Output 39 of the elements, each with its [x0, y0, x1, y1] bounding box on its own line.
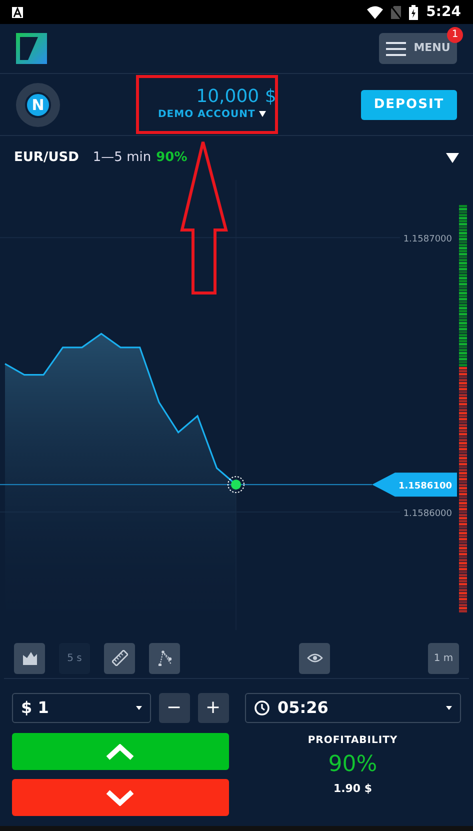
clock-time: 5:24 — [426, 2, 461, 22]
profitability-value: 90% — [328, 751, 378, 779]
payout-amount: 1.90 $ — [333, 781, 372, 797]
no-sim-icon — [391, 6, 402, 18]
chart-tool-button[interactable] — [299, 642, 330, 674]
chart-tool-button[interactable] — [104, 642, 135, 674]
account-type-selector[interactable]: DEMO ACCOUNT — [158, 106, 256, 122]
asset-pair[interactable]: EUR/USD — [14, 148, 79, 168]
expiry-time-field[interactable]: 05:26 — [244, 693, 461, 723]
balance: 10,000 $ — [196, 87, 276, 107]
chart-tool-button[interactable] — [149, 642, 180, 674]
dropdown-icon — [136, 706, 142, 710]
dropdown-icon[interactable] — [446, 153, 459, 163]
dropdown-icon[interactable] — [259, 111, 266, 118]
line-tool-icon — [156, 650, 172, 666]
current-point-marker — [228, 476, 244, 494]
battery-icon — [409, 4, 418, 20]
up-chevron-icon — [106, 744, 134, 760]
dropdown-icon — [446, 706, 452, 710]
price-axis-label: 1.1586000 — [403, 509, 452, 519]
down-chevron-icon — [106, 790, 134, 806]
trade-duration: 1—5 min — [92, 149, 152, 168]
current-price-tag: 1.1586100 — [372, 472, 457, 497]
notification-icon — [12, 6, 23, 18]
area-chart-icon — [22, 650, 38, 666]
menu-icon — [386, 42, 406, 56]
profitability-label: PROFITABILITY — [308, 734, 398, 748]
clock-icon — [254, 700, 270, 716]
timeframe-button[interactable]: 1 m — [428, 642, 459, 674]
ruler-icon — [112, 650, 128, 666]
chart-tool-button[interactable] — [14, 642, 45, 674]
payout-percent: 90% — [156, 149, 188, 168]
notification-count: 1 — [447, 27, 463, 43]
decrease-button[interactable]: − — [158, 693, 190, 723]
amount-field[interactable]: $ 1 — [12, 693, 150, 723]
price-axis-label: 1.1587000 — [403, 234, 452, 245]
increase-button[interactable]: + — [198, 693, 228, 723]
logo-icon[interactable] — [16, 33, 47, 64]
wifi-icon — [367, 6, 384, 18]
